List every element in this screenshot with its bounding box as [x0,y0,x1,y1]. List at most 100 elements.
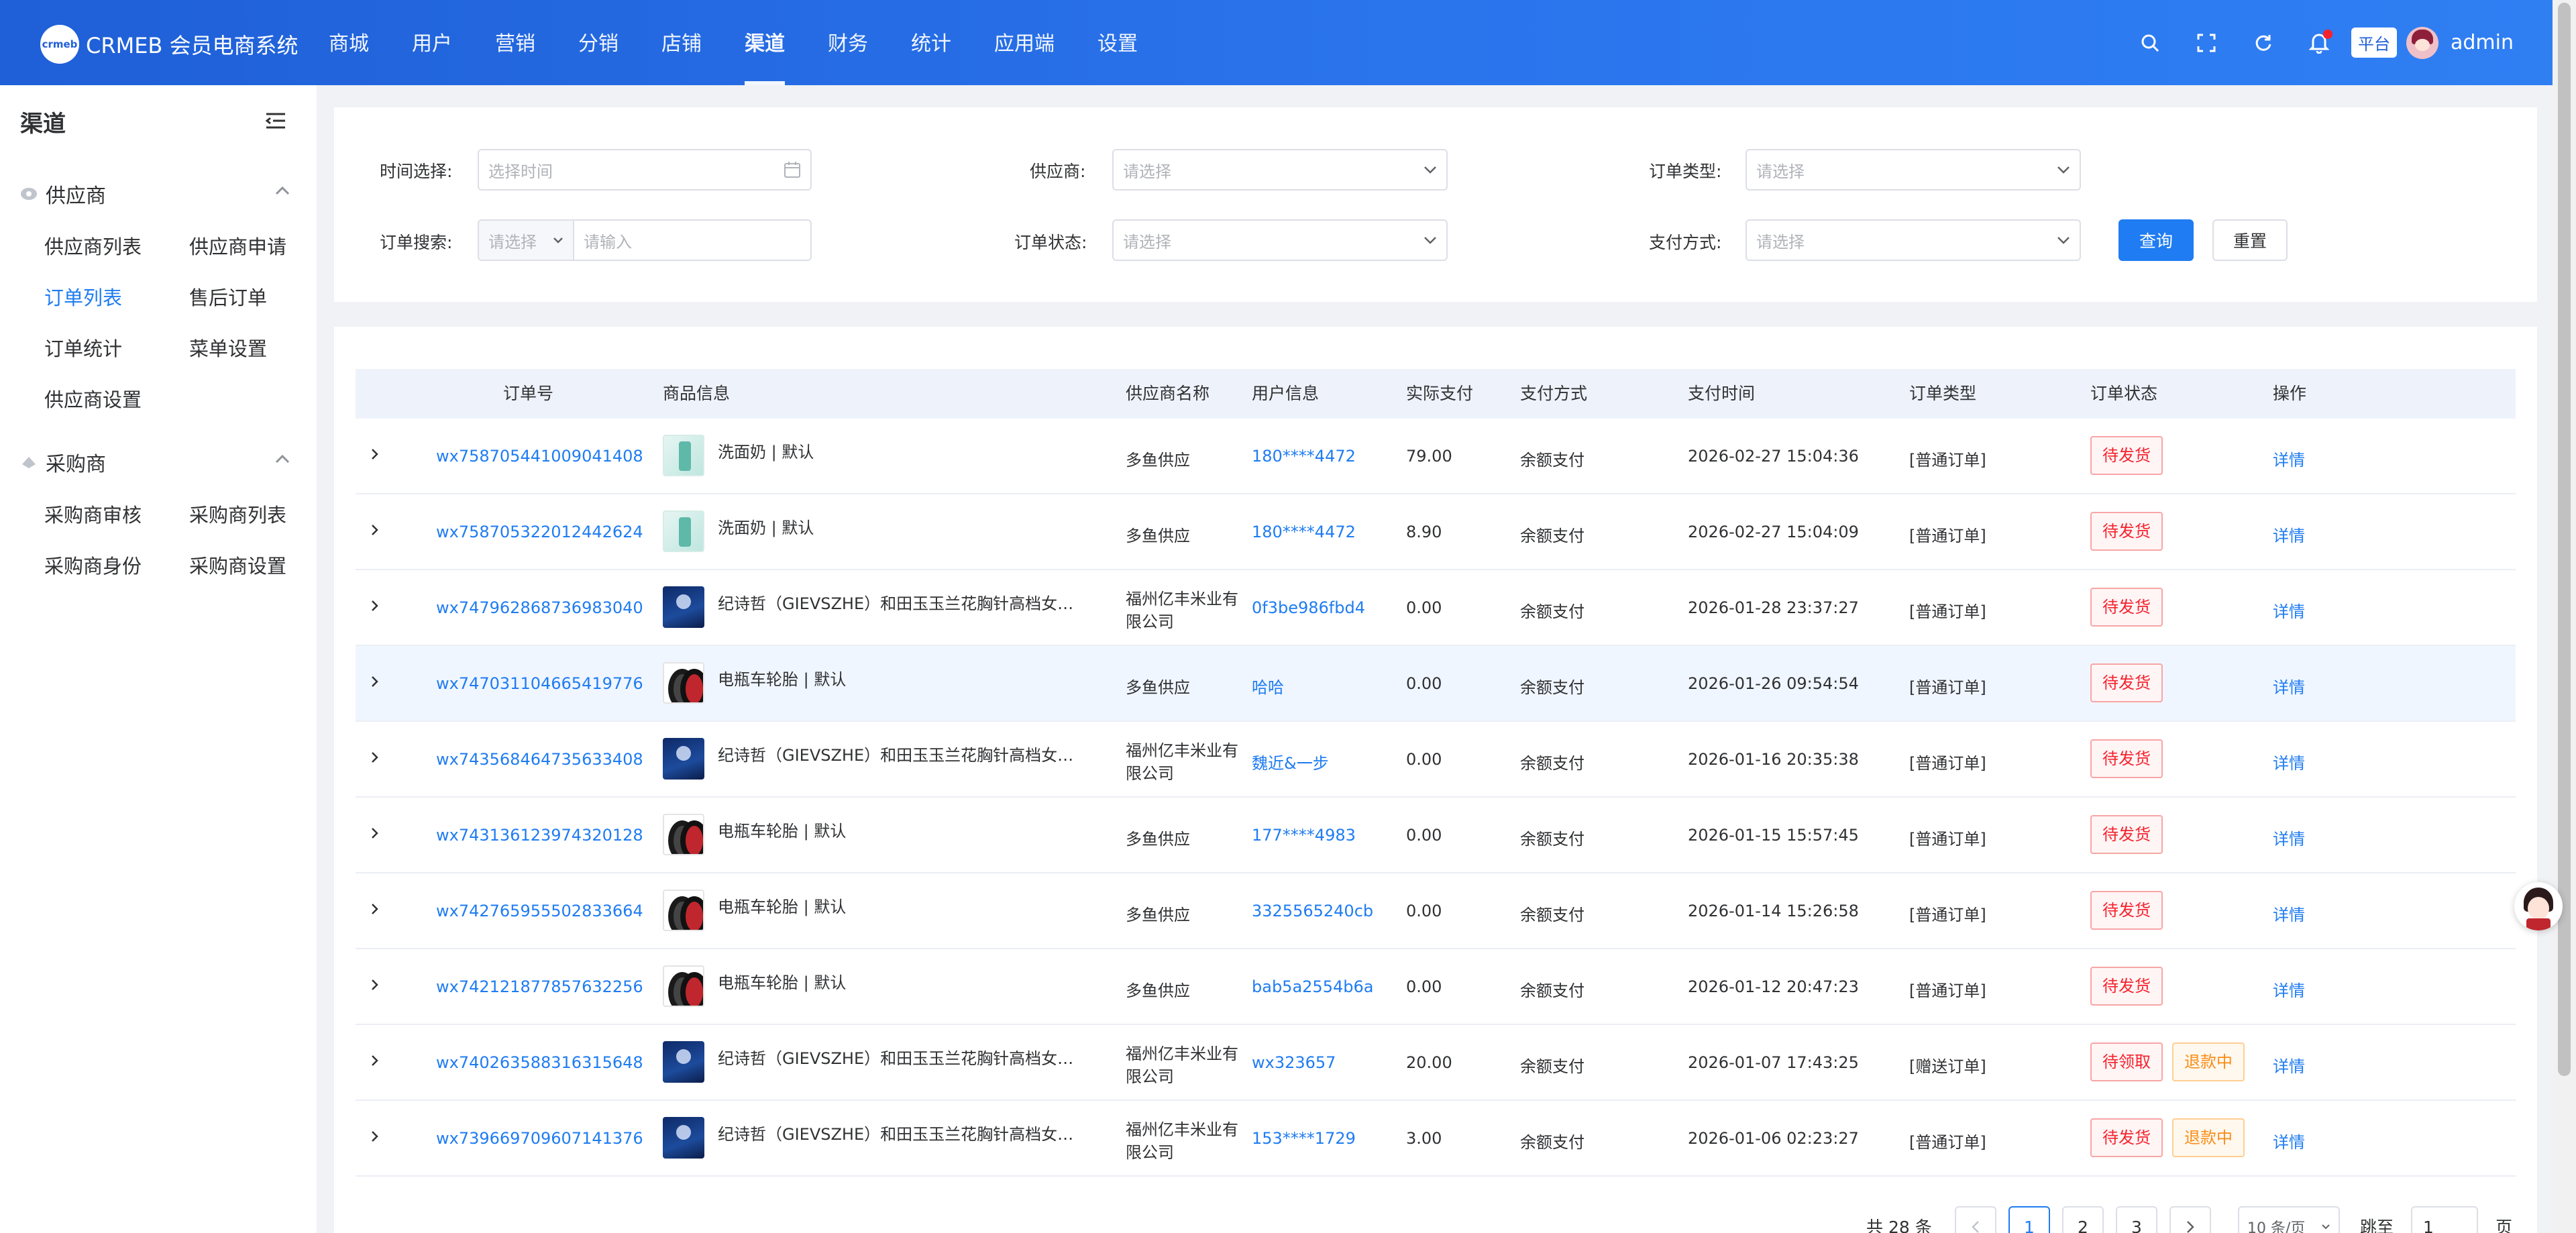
detail-link[interactable]: 详情 [2273,523,2305,546]
order-no-link[interactable]: wx743136123974320128 [436,826,643,845]
fullscreen-icon[interactable] [2178,15,2235,71]
nav-item[interactable]: 商城 [329,0,369,85]
table-row[interactable]: wx742121877857632256 电瓶车轮胎 | 默认 多鱼供应 bab5a2… [356,949,2516,1025]
expand-row-icon[interactable] [367,902,382,916]
detail-link[interactable]: 详情 [2273,598,2305,622]
table-row[interactable]: wx758705441009041408 洗面奶 | 默认 多鱼供应 180****4… [356,419,2516,494]
table-row[interactable]: wx740263588316315648 纪诗哲（GIEVSZHE）和田玉玉兰花胸… [356,1025,2516,1101]
query-button[interactable]: 查询 [2118,219,2194,261]
order-no-link[interactable]: wx758705322012442624 [436,523,643,541]
reset-button[interactable]: 重置 [2212,219,2288,261]
prev-page-button[interactable] [1955,1206,1996,1233]
menu-collapse-icon[interactable] [265,112,286,129]
page-size-select[interactable]: 10 条/页 [2238,1206,2340,1233]
detail-link[interactable]: 详情 [2273,826,2305,849]
user-link[interactable]: 180****4472 [1252,523,1356,541]
order-no-link[interactable]: wx739669709607141376 [436,1129,643,1148]
table-row[interactable]: wx743568464735633408 纪诗哲（GIEVSZHE）和田玉玉兰花胸… [356,722,2516,798]
bell-icon[interactable] [2291,15,2347,71]
nav-item[interactable]: 营销 [495,0,535,85]
user-link[interactable]: bab5a2554b6a [1252,977,1373,996]
next-page-button[interactable] [2169,1206,2211,1233]
user-link[interactable]: 3325565240cb [1252,902,1373,920]
avatar[interactable] [2406,26,2438,59]
pay-method-select[interactable]: 请选择 [1746,219,2081,261]
sidebar-item-purchaser-list[interactable]: 采购商列表 [189,500,286,528]
nav-item[interactable]: 统计 [911,0,951,85]
chevron-up-icon[interactable] [275,186,290,195]
detail-link[interactable]: 详情 [2273,447,2305,470]
user-link[interactable]: 177****4983 [1252,826,1356,845]
detail-link[interactable]: 详情 [2273,902,2305,925]
chevron-up-icon[interactable] [275,454,290,464]
expand-row-icon[interactable] [367,523,382,537]
order-no-link[interactable]: wx747962868736983040 [436,598,643,617]
table-row[interactable]: wx758705322012442624 洗面奶 | 默认 多鱼供应 180****4… [356,494,2516,570]
user-link[interactable]: 180****4472 [1252,447,1356,466]
logo[interactable]: crmeb CRMEB 会员电商系统 [40,25,299,64]
user-link[interactable]: 哈哈 [1252,674,1284,698]
nav-item[interactable]: 用户 [412,0,452,85]
detail-link[interactable]: 详情 [2273,750,2305,773]
nav-item[interactable]: 分销 [578,0,619,85]
detail-link[interactable]: 详情 [2273,674,2305,698]
sidebar-item-purchaser-review[interactable]: 采购商审核 [44,500,142,528]
sidebar-item-order-list[interactable]: 订单列表 [44,282,122,311]
customer-service-avatar[interactable] [2514,882,2563,930]
page-scrollbar[interactable] [2553,0,2576,1233]
nav-item[interactable]: 财务 [828,0,868,85]
nav-item[interactable]: 渠道 [745,0,785,85]
search-type-select[interactable]: 请选择 [478,219,574,261]
sidebar-item-purchaser-settings[interactable]: 采购商设置 [189,551,286,579]
sidebar-item-purchaser-identity[interactable]: 采购商身份 [44,551,142,579]
sidebar-item-supplier-list[interactable]: 供应商列表 [44,231,142,260]
sidebar-item-menu-settings[interactable]: 菜单设置 [189,333,267,362]
order-search-input[interactable]: 请输入 [573,219,812,261]
order-no-link[interactable]: wx742765955502833664 [436,902,643,920]
jump-page-input[interactable]: 1 [2411,1206,2478,1233]
refresh-icon[interactable] [2235,15,2291,71]
detail-link[interactable]: 详情 [2273,977,2305,1001]
sidebar-item-order-stats[interactable]: 订单统计 [44,333,122,362]
table-row[interactable]: wx742765955502833664 电瓶车轮胎 | 默认 多鱼供应 332556… [356,873,2516,949]
expand-row-icon[interactable] [367,447,382,462]
user-link[interactable]: 153****1729 [1252,1129,1356,1148]
table-row[interactable]: wx739669709607141376 纪诗哲（GIEVSZHE）和田玉玉兰花胸… [356,1101,2516,1177]
nav-item[interactable]: 店铺 [661,0,702,85]
sidebar-item-supplier-apply[interactable]: 供应商申请 [189,231,286,260]
supplier-select[interactable]: 请选择 [1112,149,1448,191]
user-link[interactable]: wx323657 [1252,1053,1336,1072]
expand-row-icon[interactable] [367,598,382,613]
table-row[interactable]: wx747962868736983040 纪诗哲（GIEVSZHE）和田玉玉兰花胸… [356,570,2516,646]
user-link[interactable]: 魏近&一步 [1252,750,1329,773]
sidebar-group-supplier[interactable]: 供应商 [20,179,106,209]
nav-item[interactable]: 应用端 [994,0,1055,85]
detail-link[interactable]: 详情 [2273,1053,2305,1077]
page-button-2[interactable]: 2 [2062,1206,2104,1233]
order-no-link[interactable]: wx758705441009041408 [436,447,643,466]
user-link[interactable]: 0f3be986fbd4 [1252,598,1365,617]
detail-link[interactable]: 详情 [2273,1129,2305,1152]
expand-row-icon[interactable] [367,977,382,992]
expand-row-icon[interactable] [367,826,382,841]
sidebar-group-purchaser[interactable]: 采购商 [20,447,106,477]
expand-row-icon[interactable] [367,674,382,689]
page-button-3[interactable]: 3 [2116,1206,2157,1233]
platform-badge[interactable]: 平台 [2351,28,2397,58]
sidebar-item-supplier-settings[interactable]: 供应商设置 [44,384,142,413]
expand-row-icon[interactable] [367,1053,382,1068]
order-no-link[interactable]: wx740263588316315648 [436,1053,643,1072]
order-status-select[interactable]: 请选择 [1112,219,1448,261]
search-icon[interactable] [2122,15,2178,71]
order-no-link[interactable]: wx743568464735633408 [436,750,643,769]
time-range-picker[interactable]: 选择时间 [478,149,812,191]
order-no-link[interactable]: wx742121877857632256 [436,977,643,996]
expand-row-icon[interactable] [367,1129,382,1144]
order-type-select[interactable]: 请选择 [1746,149,2081,191]
order-no-link[interactable]: wx747031104665419776 [436,674,643,693]
table-row[interactable]: wx743136123974320128 电瓶车轮胎 | 默认 多鱼供应 177***… [356,798,2516,873]
page-button-1[interactable]: 1 [2008,1206,2050,1233]
username[interactable]: admin [2451,31,2514,54]
table-row[interactable]: wx747031104665419776 电瓶车轮胎 | 默认 多鱼供应 哈哈 0.00… [356,646,2516,722]
expand-row-icon[interactable] [367,750,382,765]
